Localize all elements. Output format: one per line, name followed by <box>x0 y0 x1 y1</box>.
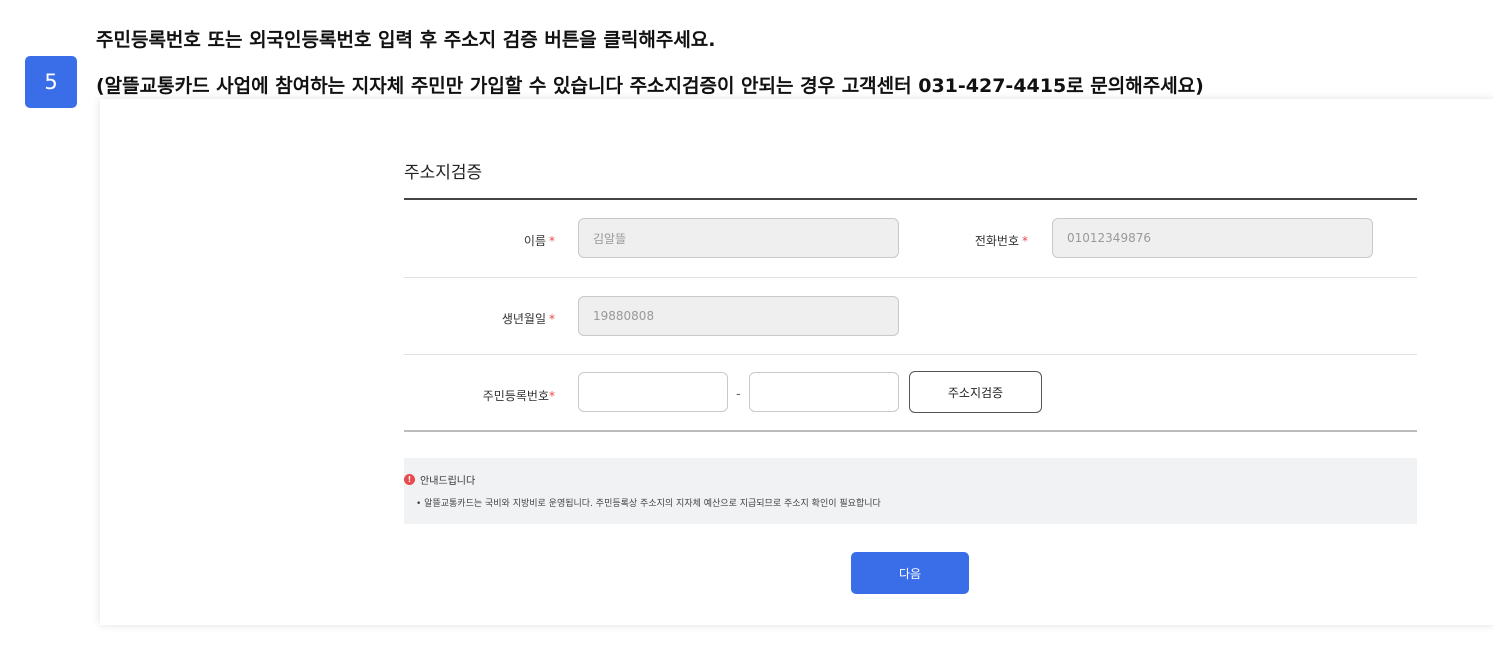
row-divider <box>404 277 1417 278</box>
name-field[interactable] <box>578 218 899 258</box>
address-verification-card: 주소지검증 이름* 전화번호* 생년월일* 주민등록번호* - 주소지검증 ! … <box>100 99 1494 625</box>
notice-body: • 알뜰교통카드는 국비와 지방비로 운영됩니다. 주민등록상 주소지의 지자체… <box>416 499 881 509</box>
row-divider <box>404 354 1417 355</box>
required-mark: * <box>549 389 555 403</box>
alert-circle-icon: ! <box>404 474 415 485</box>
address-verify-button[interactable]: 주소지검증 <box>909 371 1042 413</box>
notice-title: ! 안내드립니다 <box>404 472 475 487</box>
instruction-text: 주민등록번호 또는 외국인등록번호 입력 후 주소지 검증 버튼을 클릭해주세요… <box>96 29 1204 96</box>
phone-field[interactable] <box>1052 218 1373 258</box>
rrn-front-input[interactable] <box>578 372 728 412</box>
phone-label: 전화번호 * <box>974 234 1028 248</box>
title-divider <box>404 198 1417 200</box>
form-bottom-divider <box>404 430 1417 432</box>
required-mark: * <box>549 312 555 326</box>
next-button[interactable]: 다음 <box>851 552 969 594</box>
step-number-badge: 5 <box>25 56 77 108</box>
instruction-line-1: 주민등록번호 또는 외국인등록번호 입력 후 주소지 검증 버튼을 클릭해주세요… <box>96 29 716 51</box>
rrn-label: 주민등록번호* <box>482 389 555 403</box>
required-mark: * <box>1022 234 1028 248</box>
birth-date-field[interactable] <box>578 296 899 336</box>
form-title: 주소지검증 <box>404 163 483 183</box>
rrn-separator: - <box>736 387 741 402</box>
notice-box: ! 안내드립니다 • 알뜰교통카드는 국비와 지방비로 운영됩니다. 주민등록상… <box>404 458 1417 524</box>
name-label: 이름 * <box>523 234 555 248</box>
required-mark: * <box>549 234 555 248</box>
instruction-line-2: (알뜰교통카드 사업에 참여하는 지자체 주민만 가입할 수 있습니다 주소지검… <box>96 75 1204 97</box>
rrn-back-input[interactable] <box>749 372 899 412</box>
birth-label: 생년월일 * <box>501 312 555 326</box>
